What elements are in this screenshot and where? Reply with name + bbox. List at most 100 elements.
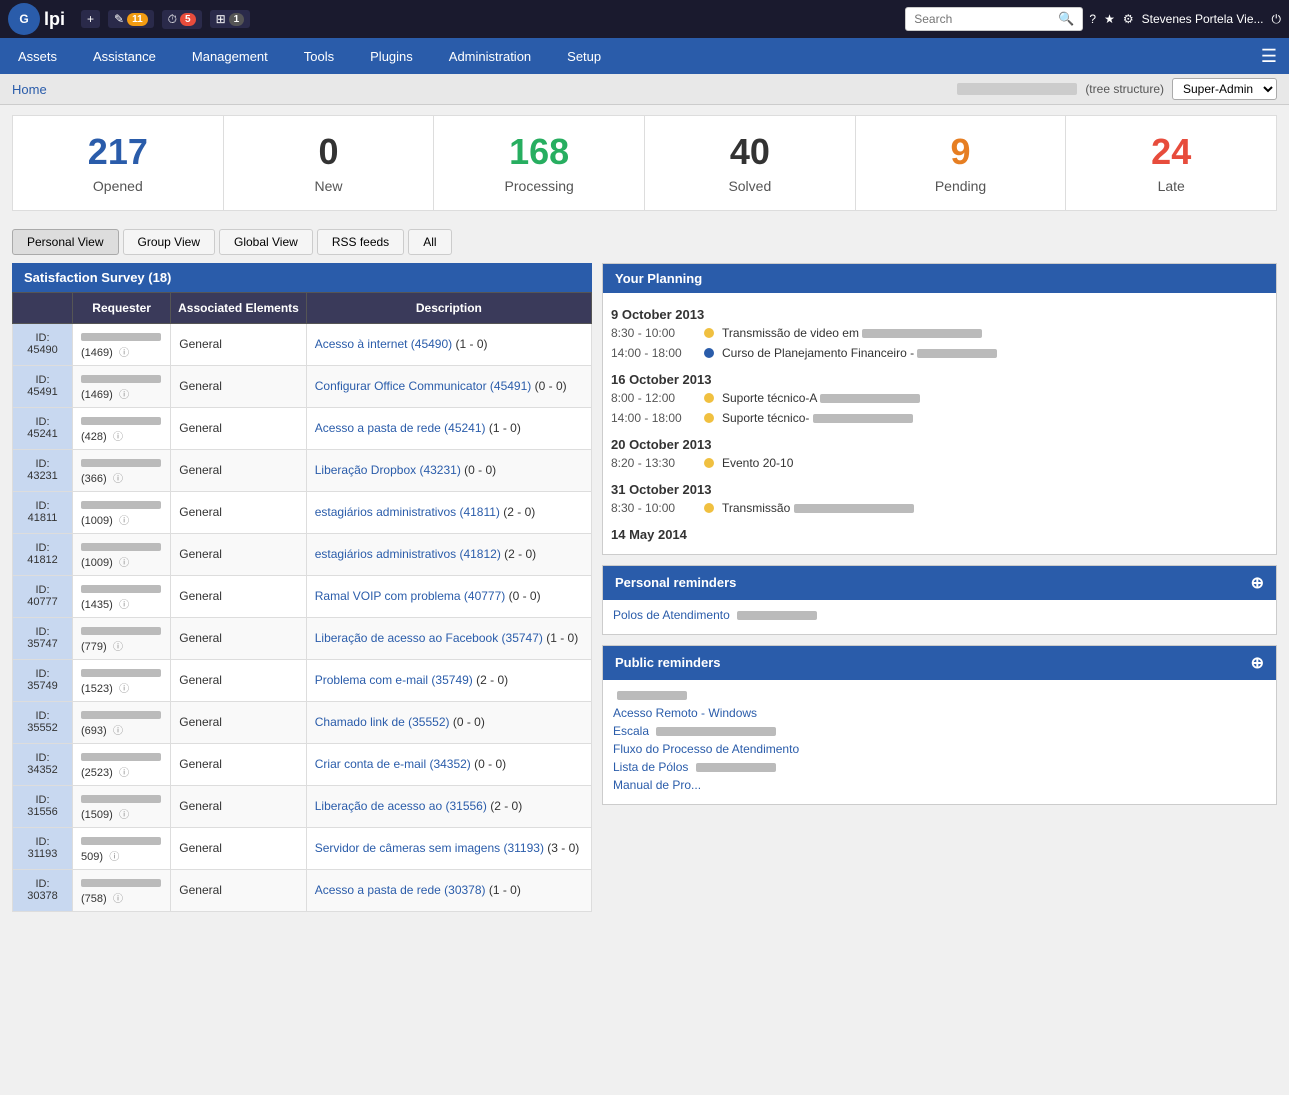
info-icon[interactable]: ⓘ (113, 726, 123, 737)
info-icon[interactable]: ⓘ (113, 642, 123, 653)
menu-icon[interactable]: ☰ (1249, 46, 1289, 67)
event-dot (704, 348, 714, 358)
nav-assistance[interactable]: Assistance (75, 38, 174, 74)
table-row-requester: (779) ⓘ (73, 617, 171, 659)
desc-link[interactable]: Problema com e-mail (35749) (315, 673, 473, 687)
nav-management[interactable]: Management (174, 38, 286, 74)
user-name: Stevenes Portela Vie... (1142, 12, 1264, 26)
stat-late-number: 24 (1076, 132, 1266, 172)
tab-global[interactable]: Global View (219, 229, 313, 255)
public-reminder-item[interactable] (613, 688, 1266, 702)
desc-link[interactable]: Acesso a pasta de rede (30378) (315, 883, 486, 897)
event-dot (704, 328, 714, 338)
reminder-blurred (737, 611, 817, 620)
public-reminder-item[interactable]: Lista de Pólos (613, 760, 1266, 774)
desc-link[interactable]: Liberação Dropbox (43231) (315, 463, 461, 477)
nav-setup[interactable]: Setup (549, 38, 619, 74)
desc-link[interactable]: Chamado link de (35552) (315, 715, 450, 729)
tasks-badge: 11 (127, 13, 148, 26)
table-row-desc: estagiários administrativos (41811) (2 -… (306, 491, 591, 533)
table-row-assoc: General (171, 743, 306, 785)
public-reminders-add[interactable]: ⊕ (1251, 653, 1264, 673)
desc-link[interactable]: Acesso a pasta de rede (45241) (315, 421, 486, 435)
table-row-requester: (1469) ⓘ (73, 323, 171, 365)
planning-box: Your Planning 9 October 2013 8:30 - 10:0… (602, 263, 1277, 555)
info-icon[interactable]: ⓘ (119, 600, 129, 611)
col-desc: Description (306, 292, 591, 323)
event-blurred (794, 504, 914, 513)
table-row-requester: (1435) ⓘ (73, 575, 171, 617)
search-input[interactable] (914, 12, 1054, 26)
desc-link[interactable]: Criar conta de e-mail (34352) (315, 757, 471, 771)
desc-link[interactable]: Liberação de acesso ao Facebook (35747) (315, 631, 543, 645)
public-reminder-item[interactable]: Manual de Pro... (613, 778, 1266, 792)
clock-button[interactable]: ⏱ 5 (162, 10, 202, 29)
info-icon[interactable]: ⓘ (119, 390, 129, 401)
personal-reminders-add[interactable]: ⊕ (1251, 573, 1264, 593)
info-icon[interactable]: ⓘ (119, 516, 129, 527)
public-reminder-item[interactable]: Fluxo do Processo de Atendimento (613, 742, 1266, 756)
info-icon[interactable]: ⓘ (119, 768, 129, 779)
home-breadcrumb[interactable]: Home (12, 82, 47, 97)
info-icon[interactable]: ⓘ (113, 894, 123, 905)
event-blurred (813, 414, 913, 423)
public-reminder-item[interactable]: Escala (613, 724, 1266, 738)
power-button[interactable]: ⏻ (1272, 12, 1282, 27)
info-icon[interactable]: ⓘ (119, 810, 129, 821)
tasks-icon: ✎ (114, 12, 124, 26)
desc-link[interactable]: estagiários administrativos (41811) (315, 505, 500, 519)
personal-reminder-item[interactable]: Polos de Atendimento (613, 608, 1266, 622)
profile-select[interactable]: Super-Admin (1172, 78, 1277, 100)
tab-personal[interactable]: Personal View (12, 229, 119, 255)
nav-assets[interactable]: Assets (0, 38, 75, 74)
table-row-desc: Liberação Dropbox (43231) (0 - 0) (306, 449, 591, 491)
tasks-button[interactable]: ✎ 11 (108, 10, 154, 28)
favorites-button[interactable]: ★ (1104, 12, 1115, 26)
desc-link[interactable]: Configurar Office Communicator (45491) (315, 379, 532, 393)
info-icon[interactable]: ⓘ (119, 684, 129, 695)
requester-blurred (81, 417, 161, 425)
nav-tools[interactable]: Tools (286, 38, 352, 74)
nav-plugins[interactable]: Plugins (352, 38, 431, 74)
desc-link[interactable]: Acesso à internet (45490) (315, 337, 452, 351)
table-row-id: ID:31556 (13, 785, 73, 827)
public-reminder-item[interactable]: Acesso Remoto - Windows (613, 706, 1266, 720)
planning-content: 9 October 2013 8:30 - 10:00 Transmissão … (603, 293, 1276, 554)
desc-link[interactable]: Liberação de acesso ao (31556) (315, 799, 487, 813)
desc-link[interactable]: Ramal VOIP com problema (40777) (315, 589, 506, 603)
desc-link[interactable]: estagiários administrativos (41812) (315, 547, 501, 561)
grid-button[interactable]: ⊞ 1 (210, 10, 251, 28)
info-icon[interactable]: ⓘ (113, 432, 123, 443)
table-row-id: ID:35552 (13, 701, 73, 743)
event-dot (704, 503, 714, 513)
right-panel: Your Planning 9 October 2013 8:30 - 10:0… (602, 263, 1277, 912)
tab-group[interactable]: Group View (123, 229, 215, 255)
tab-rss[interactable]: RSS feeds (317, 229, 404, 255)
event-blurred (820, 394, 920, 403)
info-icon[interactable]: ⓘ (109, 852, 119, 863)
grid-badge: 1 (229, 13, 245, 26)
topbar: G lpi + ✎ 11 ⏱ 5 ⊞ 1 🔍 ? ★ ⚙ Stevenes Po… (0, 0, 1289, 38)
clock-badge: 5 (180, 13, 196, 26)
settings-button[interactable]: ⚙ (1123, 12, 1134, 26)
nav-administration[interactable]: Administration (431, 38, 549, 74)
desc-link[interactable]: Servidor de câmeras sem imagens (31193) (315, 841, 544, 855)
search-box: 🔍 (905, 7, 1083, 31)
table-row-id: ID:45491 (13, 365, 73, 407)
stat-pending: 9 Pending (856, 116, 1067, 210)
requester-blurred (81, 837, 161, 845)
tab-all[interactable]: All (408, 229, 451, 255)
table-row-id: ID:41812 (13, 533, 73, 575)
table-row-assoc: General (171, 785, 306, 827)
help-button[interactable]: ? (1089, 12, 1096, 26)
info-icon[interactable]: ⓘ (113, 474, 123, 485)
stat-solved-number: 40 (655, 132, 845, 172)
info-icon[interactable]: ⓘ (119, 558, 129, 569)
info-icon[interactable]: ⓘ (119, 348, 129, 359)
table-row-id: ID:45241 (13, 407, 73, 449)
public-reminder-content: Acesso Remoto - Windows Escala Fluxo do … (603, 680, 1276, 804)
table-row-assoc: General (171, 827, 306, 869)
event-blurred (862, 329, 982, 338)
add-button[interactable]: + (81, 10, 100, 28)
stats-row: 217 Opened 0 New 168 Processing 40 Solve… (12, 115, 1277, 211)
